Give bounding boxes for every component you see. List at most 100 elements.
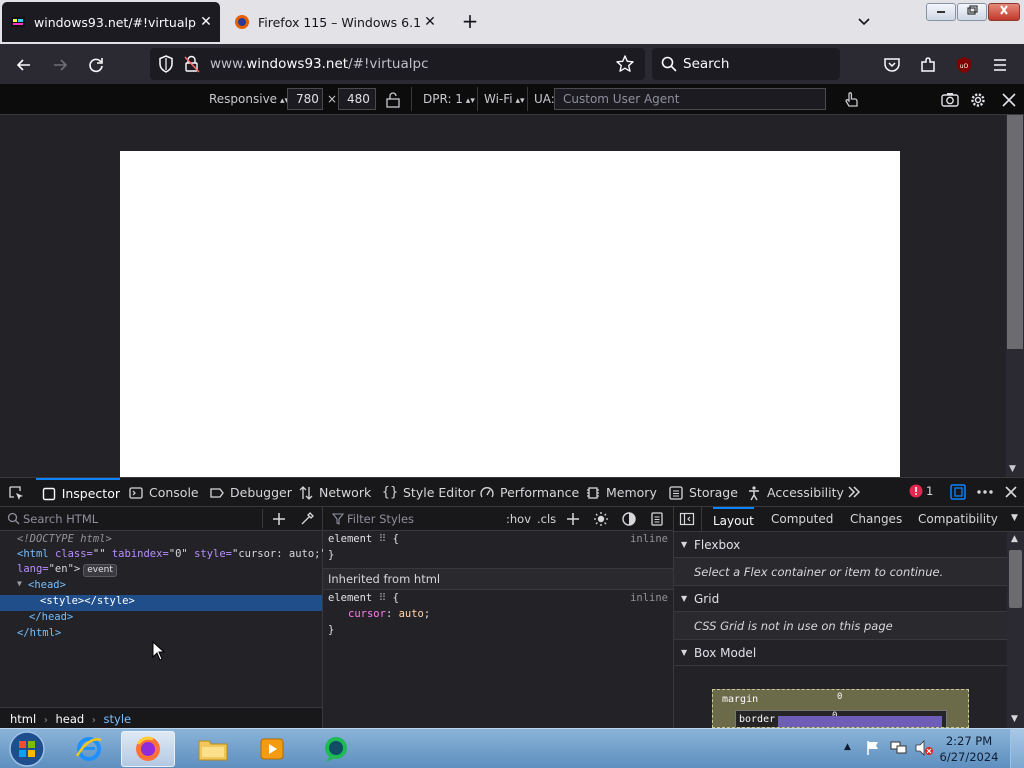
viewport-page-content[interactable] [120, 151, 900, 477]
browser-tab-virtualpc[interactable]: windows93.net/#!virtualpc ✕ [2, 2, 220, 42]
network-monitor-icon[interactable] [889, 739, 909, 760]
flexbox-section-header[interactable]: ▼ Flexbox [674, 532, 1007, 558]
action-center-flag-icon[interactable] [864, 739, 882, 760]
taskbar-chat-app[interactable] [309, 731, 363, 767]
network-throttle-selector[interactable]: Wi-Fi ▴▾ [484, 92, 525, 106]
box-model-border[interactable]: border 0 [735, 710, 947, 727]
address-bar[interactable]: www.windows93.net/#!virtualpc [150, 48, 645, 80]
rule-source-link[interactable]: inline [630, 592, 668, 604]
url-text[interactable]: www.windows93.net/#!virtualpc [210, 56, 429, 72]
tracking-protection-shield-icon[interactable] [156, 54, 176, 77]
extensions-puzzle-icon[interactable] [917, 54, 939, 76]
filter-styles-input[interactable]: Filter Styles [347, 512, 414, 526]
html-node-continued[interactable]: lang="en"> event [0, 563, 322, 579]
doctype-node[interactable]: <!DOCTYPE html> [0, 533, 322, 548]
rule-element-inline[interactable]: element ⠿ {inline } [328, 533, 670, 565]
search-html-input[interactable]: Search HTML [23, 512, 98, 526]
tab-layout[interactable]: Layout [713, 507, 754, 532]
pocket-icon[interactable] [881, 54, 903, 76]
more-tools-chevrons-icon[interactable] [846, 484, 862, 503]
window-restore-button[interactable] [957, 3, 987, 21]
taskbar-file-explorer[interactable] [186, 731, 240, 767]
event-badge[interactable]: event [83, 564, 117, 577]
light-scheme-sun-icon[interactable] [593, 511, 609, 530]
add-node-plus-icon[interactable] [271, 511, 287, 530]
reload-icon[interactable] [85, 54, 107, 76]
show-hidden-icons-arrow-icon[interactable]: ▲ [844, 742, 851, 752]
tab-memory[interactable]: Memory [585, 478, 657, 507]
close-rdm-icon[interactable] [999, 90, 1019, 113]
taskbar-firefox[interactable] [121, 731, 175, 767]
taskbar-internet-explorer[interactable] [62, 731, 116, 767]
tab-performance[interactable]: Performance [479, 478, 579, 507]
rule-source-link[interactable]: inline [630, 533, 668, 545]
tab-compatibility[interactable]: Compatibility [918, 507, 998, 532]
head-node[interactable]: ▼ <head> [0, 579, 322, 595]
breadcrumb-head[interactable]: head [56, 712, 85, 726]
tab-debugger[interactable]: Debugger [209, 478, 292, 507]
window-minimize-button[interactable] [926, 3, 956, 21]
expand-triangle-icon[interactable]: ▼ [17, 579, 22, 588]
hover-states-toggle[interactable]: :hov [506, 512, 531, 526]
box-model-section-header[interactable]: ▼ Box Model [674, 640, 1007, 666]
tab-accessibility[interactable]: Accessibility [746, 478, 844, 507]
search-bar[interactable]: Search [652, 48, 840, 80]
forward-arrow-icon[interactable] [49, 54, 71, 76]
error-count-badge[interactable]: 1 [909, 484, 933, 498]
browser-tab-firefox-info[interactable]: Firefox 115 – Windows 6.1 – 6/2… ✕ [226, 2, 444, 42]
taskbar-media-player[interactable] [245, 731, 299, 767]
back-arrow-icon[interactable] [13, 54, 35, 76]
box-model-padding[interactable] [778, 716, 942, 727]
rule-inherited-element[interactable]: element ⠿ {inline cursor: auto; } [328, 592, 670, 640]
more-tabs-dropdown-icon[interactable]: ▼ [1011, 513, 1018, 523]
margin-top-value[interactable]: 0 [837, 692, 842, 702]
class-toggle[interactable]: .cls [537, 512, 556, 526]
scroll-down-arrow-icon[interactable]: ▼ [1011, 714, 1018, 724]
viewport-width-input[interactable]: 780 [287, 88, 323, 110]
html-node[interactable]: <html class="" tabindex="0" style="curso… [0, 548, 327, 563]
system-clock[interactable]: 2:27 PM 6/27/2024 [938, 733, 1000, 765]
bookmark-star-icon[interactable] [615, 54, 635, 77]
viewport-height-input[interactable]: 480 [338, 88, 376, 110]
grid-section-header[interactable]: ▼ Grid [674, 586, 1007, 612]
box-model-margin[interactable]: margin 0 border 0 [712, 689, 969, 728]
breadcrumb-style[interactable]: style [104, 712, 132, 726]
close-tab-icon[interactable]: ✕ [196, 14, 216, 30]
show-desktop-button[interactable] [1010, 729, 1024, 768]
lock-warning-icon[interactable] [182, 54, 202, 77]
css-property-name[interactable]: cursor [348, 608, 386, 620]
element-picker-icon[interactable] [7, 484, 25, 505]
ublock-origin-icon[interactable]: uO [953, 54, 975, 76]
new-tab-button[interactable]: + [458, 10, 482, 34]
device-selector[interactable]: Responsive ▴▾ [209, 92, 289, 106]
tab-console[interactable]: Console [128, 478, 199, 507]
toggle-pane-icon[interactable] [679, 511, 695, 530]
add-rule-plus-icon[interactable] [565, 511, 581, 530]
sidebar-scrollbar-thumb[interactable] [1009, 550, 1022, 608]
settings-gear-icon[interactable] [968, 90, 988, 113]
start-button-windows-orb-icon[interactable] [8, 730, 46, 768]
dock-side-icon[interactable] [949, 483, 967, 504]
tab-inspector[interactable]: Inspector [36, 478, 120, 507]
css-property-value[interactable]: auto [399, 608, 424, 620]
scroll-up-arrow-icon[interactable]: ▲ [1011, 534, 1018, 544]
hamburger-menu-icon[interactable] [989, 54, 1011, 76]
print-media-document-icon[interactable] [649, 511, 665, 530]
dark-scheme-contrast-icon[interactable] [621, 511, 637, 530]
touch-simulation-icon[interactable] [841, 90, 861, 113]
screenshot-camera-icon[interactable] [940, 90, 960, 113]
list-all-tabs-chevron-icon[interactable] [853, 10, 875, 32]
user-agent-input[interactable]: Custom User Agent [554, 88, 826, 110]
close-tab-icon[interactable]: ✕ [420, 14, 440, 30]
tab-network[interactable]: Network [298, 478, 371, 507]
tab-style-editor[interactable]: {} Style Editor [382, 478, 476, 507]
viewport-scrollbar-thumb[interactable] [1007, 115, 1023, 349]
tab-changes[interactable]: Changes [850, 507, 902, 532]
devtools-options-ellipsis-icon[interactable] [976, 484, 994, 503]
tab-computed[interactable]: Computed [771, 507, 833, 532]
window-close-button[interactable] [988, 3, 1020, 21]
eyedropper-icon[interactable] [299, 511, 315, 530]
tab-storage[interactable]: Storage [668, 478, 738, 507]
rotate-viewport-icon[interactable] [384, 91, 402, 112]
dpr-selector[interactable]: DPR: 1 ▴▾ [423, 92, 475, 106]
